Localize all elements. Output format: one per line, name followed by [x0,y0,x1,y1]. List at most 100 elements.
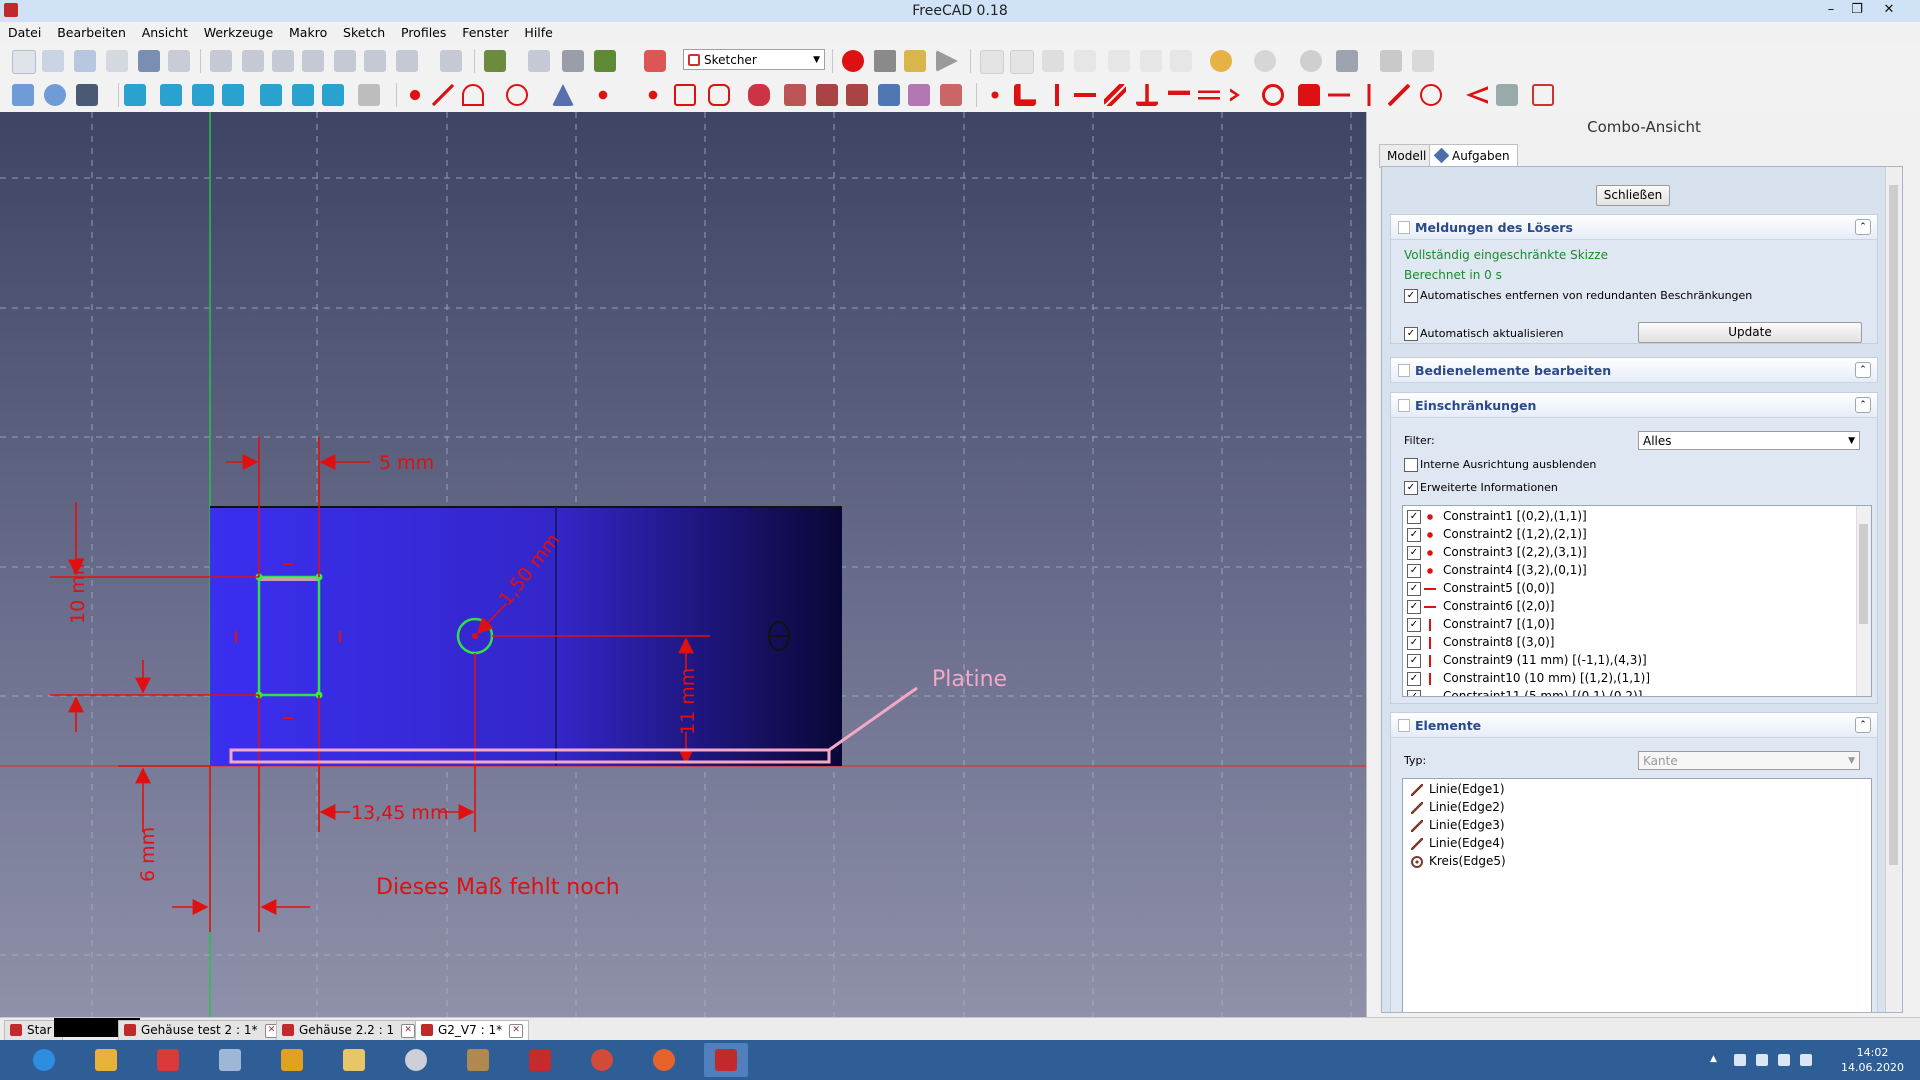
settings-tool-icon[interactable] [594,50,616,72]
task-panel-scrollbar[interactable] [1885,167,1902,1012]
constraint-checkbox[interactable]: ✓ [1407,690,1421,696]
left-view-icon[interactable] [322,84,344,106]
carbon-copy-icon[interactable] [908,84,930,106]
menu-bearbeiten[interactable]: Bearbeiten [51,22,132,43]
new-document-icon[interactable] [12,50,36,74]
auto-update-checkbox[interactable]: ✓ [1404,327,1418,341]
extend-tool-icon[interactable] [846,84,868,106]
menu-makro[interactable]: Makro [283,22,333,43]
constraint-checkbox[interactable]: ✓ [1407,510,1421,524]
constraints-scrollbar[interactable] [1856,506,1871,696]
minimize-button[interactable]: – [1820,2,1842,18]
close-window-button[interactable]: ✕ [1878,2,1900,18]
tab-aufgaben[interactable]: Aufgaben [1429,144,1518,168]
measure-icon[interactable] [358,84,380,106]
menu-sketch[interactable]: Sketch [337,22,391,43]
coincident-constraint-icon[interactable] [984,84,1006,106]
equal-constraint-icon[interactable] [1198,84,1220,106]
conic-tool-icon[interactable] [552,84,574,106]
right-view-icon[interactable] [222,84,244,106]
close-tab-icon[interactable]: ✕ [509,1024,524,1038]
sketch-constraint-7-icon[interactable] [396,50,418,72]
sketch-constraint-5-icon[interactable] [334,50,356,72]
constraint-checkbox[interactable]: ✓ [1407,600,1421,614]
solver-panel-header[interactable]: Meldungen des Lösers ⌃ [1391,215,1877,240]
constraint-checkbox[interactable]: ✓ [1407,546,1421,560]
print-icon[interactable] [106,50,128,72]
external-geometry-icon[interactable] [878,84,900,106]
elements-list[interactable]: Linie(Edge1) Linie(Edge2) Linie(Edge3) L… [1402,778,1872,1012]
polygon-tool-icon[interactable] [708,84,730,106]
keyboard-icon[interactable] [1734,1054,1746,1066]
sketch-constraint-4-icon[interactable] [302,50,324,72]
edit-controls-header[interactable]: Bedienelemente bearbeiten ⌃ [1391,358,1877,383]
tab-modell[interactable]: Modell [1379,144,1435,168]
radius-constraint-icon[interactable] [1420,84,1442,106]
draw-style-icon[interactable] [76,84,98,106]
signal-icon[interactable] [1800,1054,1812,1066]
part-icon[interactable] [1380,50,1402,72]
freecad-taskbar-button[interactable] [704,1043,748,1077]
firefox-button[interactable] [642,1043,686,1077]
export-icon[interactable] [1074,50,1096,72]
fit-all-icon[interactable] [12,84,34,106]
calculator-button[interactable] [208,1043,252,1077]
collapse-icon[interactable]: ⌃ [1855,362,1871,378]
menu-hilfe[interactable]: Hilfe [518,22,558,43]
constraints-list[interactable]: ✓ Constraint1 [(0,2),(1,1)] ✓ Constraint… [1402,505,1872,697]
office-button[interactable] [270,1043,314,1077]
scrollbar-thumb[interactable] [1889,185,1898,865]
rectangle-tool-icon[interactable] [674,84,696,106]
bottom-view-icon[interactable] [292,84,314,106]
update-button[interactable]: Update [1638,322,1862,343]
horizontal-constraint-icon[interactable] [1074,84,1096,106]
sketch-constraint-2-icon[interactable] [242,50,264,72]
constraint-checkbox[interactable]: ✓ [1407,618,1421,632]
folder-icon[interactable] [1010,50,1034,74]
refresh-icon[interactable] [1300,50,1322,72]
collapse-icon[interactable]: ⌃ [1855,717,1871,733]
workbench-selector[interactable]: Sketcher ▼ [683,49,825,70]
whats-this-icon[interactable] [1336,50,1358,72]
grid-icon[interactable] [440,50,462,72]
point-tool-icon[interactable] [404,84,426,106]
type-select[interactable]: Kante ▼ [1638,751,1860,770]
box-icon[interactable] [168,50,190,72]
circle-tool-icon[interactable] [506,84,528,106]
group-folder-icon[interactable] [1412,50,1434,72]
cut-icon[interactable] [1108,50,1130,72]
sketch-wb-icon[interactable] [644,50,666,72]
construction-mode-icon[interactable] [940,84,962,106]
internet-explorer-button[interactable] [22,1043,66,1077]
horizontal-distance-constraint-icon[interactable] [1328,84,1350,106]
symmetric-constraint-icon[interactable] [1230,88,1240,102]
app2-button[interactable] [580,1043,624,1077]
dim-5mm-label[interactable]: 5 mm [379,452,434,474]
close-tab-icon[interactable]: ✕ [401,1024,416,1038]
bspline-tool-icon[interactable] [592,84,614,106]
slot-tool-icon[interactable] [748,84,770,106]
filezilla-button[interactable] [518,1043,562,1077]
tab-g2-v7[interactable]: G2_V7 : 1* ✕ [415,1020,530,1041]
close-task-button[interactable]: Schließen [1596,185,1670,206]
tray-expand-icon[interactable]: ▲ [1710,1054,1722,1066]
menu-werkzeuge[interactable]: Werkzeuge [198,22,280,43]
toggle-driving-icon[interactable] [1532,84,1554,106]
top-view-icon[interactable] [192,84,214,106]
refine-icon[interactable] [528,50,550,72]
dim-11mm-label[interactable]: 11 mm [677,668,699,735]
stop-macro-icon[interactable] [874,50,896,72]
network-icon[interactable] [1756,1054,1768,1066]
paint-button[interactable] [394,1043,438,1077]
pdf-app-button[interactable] [146,1043,190,1077]
3d-view[interactable]: 5 mm 13,45 mm 10 mm 6 mm 11 mm 1,50 mm P… [0,112,1366,1017]
sketch-constraint-6-icon[interactable] [364,50,386,72]
hide-internal-checkbox[interactable] [1404,458,1418,472]
copy-icon[interactable] [1140,50,1162,72]
outlook-button[interactable] [84,1043,128,1077]
fit-selection-icon[interactable] [44,84,66,106]
constraint-checkbox[interactable]: ✓ [1407,672,1421,686]
tangent-constraint-icon[interactable] [1168,90,1190,95]
menu-profiles[interactable]: Profiles [395,22,452,43]
dim-6mm-label[interactable]: 6 mm [137,827,159,882]
